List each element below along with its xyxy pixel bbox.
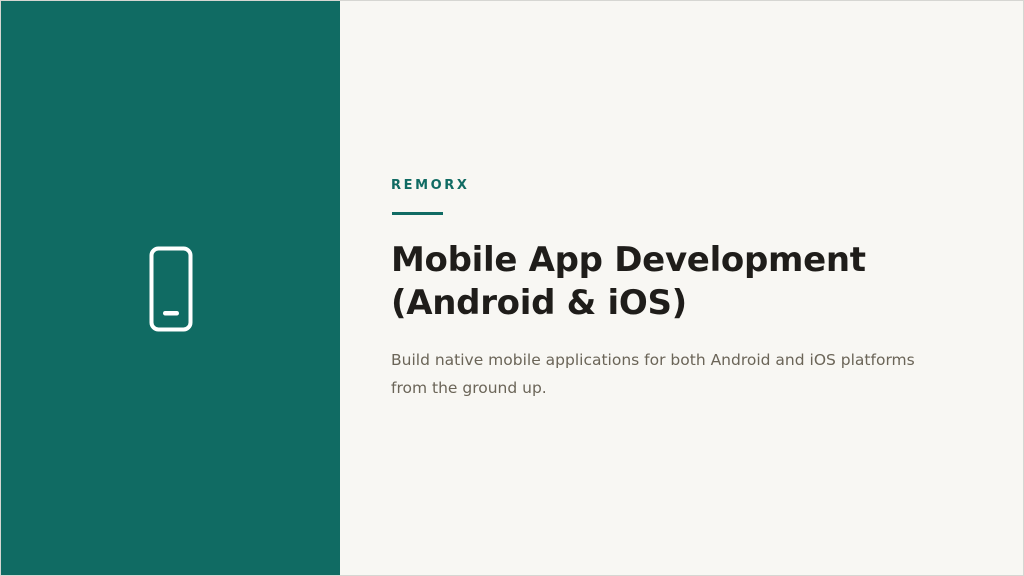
accent-divider — [392, 212, 443, 215]
slide-description-line-1: Build native mobile applications for bot… — [391, 351, 915, 369]
slide-description: Build native mobile applications for bot… — [391, 346, 991, 402]
slide: REMORX Mobile App Development (Android &… — [0, 0, 1024, 576]
brand-label: REMORX — [391, 178, 470, 193]
slide-title-line-2: (Android & iOS) — [391, 283, 687, 323]
slide-title-line-1: Mobile App Development — [391, 240, 866, 280]
mobile-phone-icon — [149, 246, 193, 332]
accent-panel — [1, 1, 340, 575]
slide-description-line-2: from the ground up. — [391, 379, 547, 397]
slide-title: Mobile App Development (Android & iOS) — [391, 239, 991, 325]
